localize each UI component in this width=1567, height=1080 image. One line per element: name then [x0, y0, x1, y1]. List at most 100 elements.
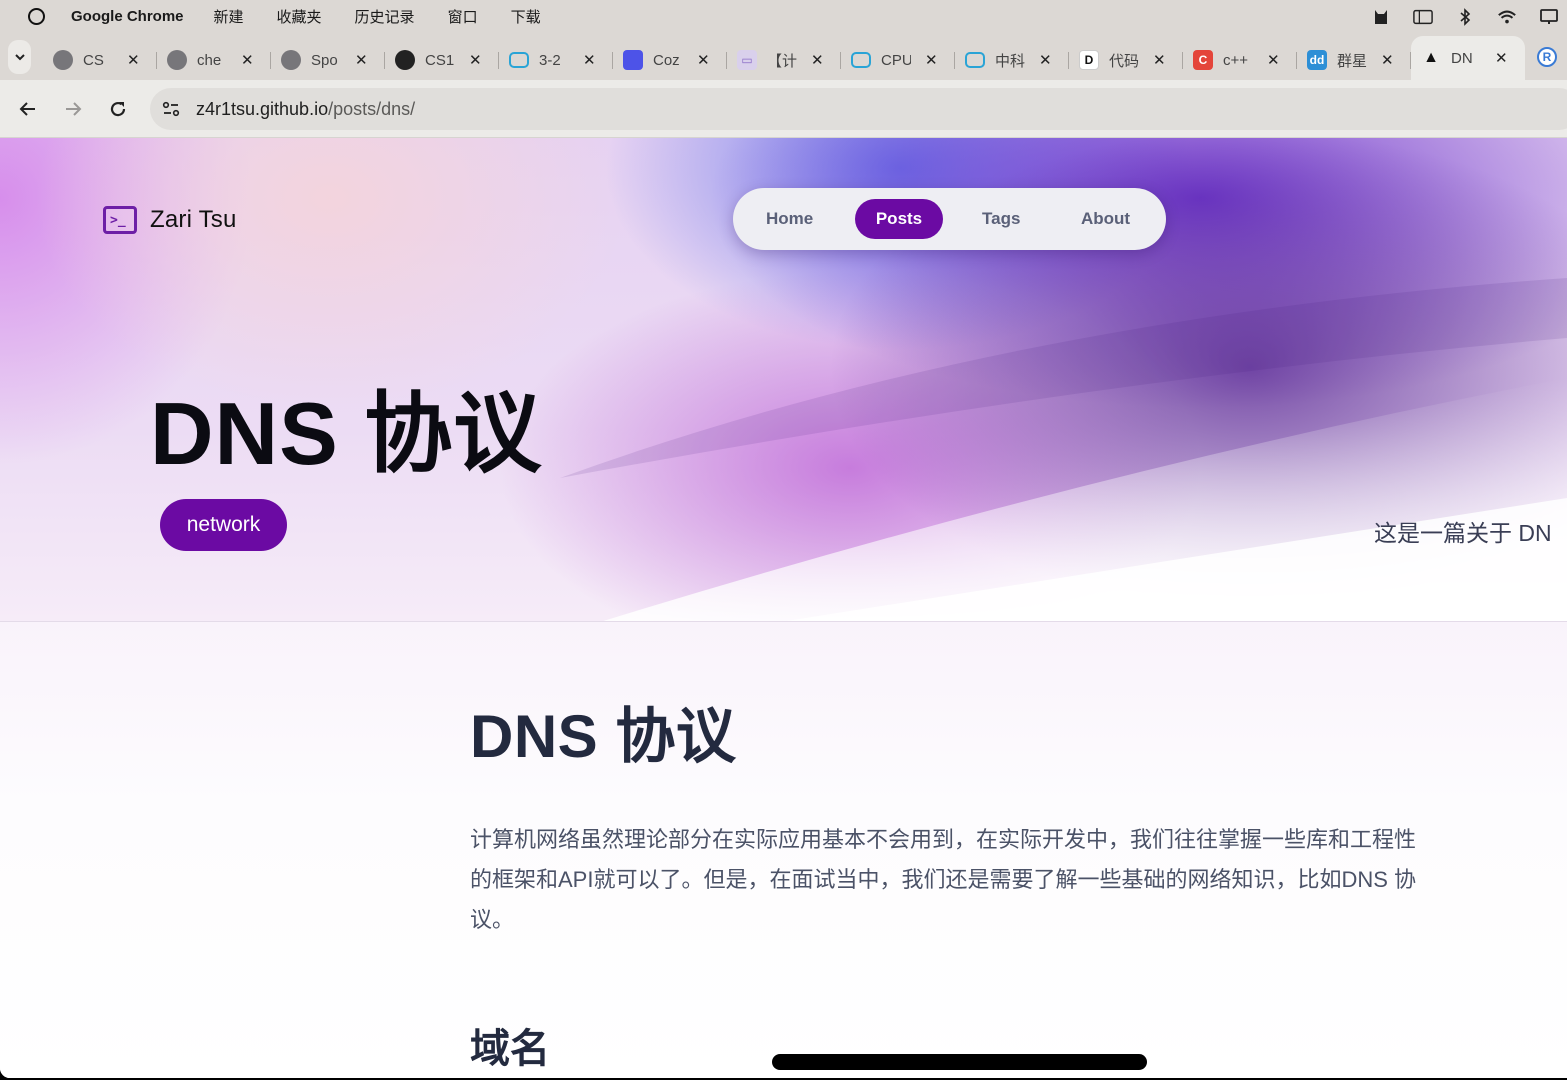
- tab-title: 【计: [767, 52, 797, 70]
- coze-icon: [623, 50, 643, 70]
- tab[interactable]: Cc++ ✕: [1183, 40, 1297, 80]
- back-button[interactable]: [17, 98, 39, 120]
- bilibili-icon: [509, 52, 529, 68]
- tab[interactable]: ▭ 【计 ✕: [727, 40, 841, 80]
- close-tab-icon[interactable]: ✕: [697, 51, 710, 69]
- arrow-left-icon: [19, 101, 35, 116]
- tab[interactable]: CPU ✕: [841, 40, 955, 80]
- tab[interactable]: che ✕: [157, 40, 271, 80]
- main-nav: Home Posts Tags About: [733, 188, 1166, 250]
- tab-title: CS1: [425, 51, 455, 69]
- close-tab-icon[interactable]: ✕: [811, 51, 824, 69]
- globe-icon: [281, 50, 301, 70]
- url-host: z4r1tsu.github.io: [196, 98, 329, 119]
- chevron-down-icon: [14, 53, 25, 60]
- tab-title: 中科: [995, 52, 1025, 70]
- article-title: DNS 协议: [470, 703, 737, 770]
- monitor-icon: ▭: [737, 50, 757, 70]
- dd-icon: dd: [1307, 50, 1327, 70]
- menu-downloads[interactable]: 下载: [511, 6, 541, 27]
- tab-title: Spo: [311, 51, 338, 69]
- tab-title: che: [197, 51, 222, 69]
- close-tab-icon[interactable]: ✕: [469, 51, 482, 69]
- site-logo[interactable]: >_ Zari Tsu: [103, 206, 237, 234]
- cat-app-icon[interactable]: [1371, 8, 1391, 26]
- tab-title: 代码: [1109, 52, 1139, 70]
- sidebar-icon[interactable]: [1413, 8, 1433, 26]
- tab[interactable]: CS ✕: [43, 40, 157, 80]
- nav-posts[interactable]: Posts: [855, 199, 943, 239]
- nav-home[interactable]: Home: [766, 209, 813, 229]
- home-indicator[interactable]: [772, 1054, 1147, 1070]
- forward-button[interactable]: [62, 98, 84, 120]
- bilibili-icon: [851, 52, 871, 68]
- dm-icon: D: [1079, 50, 1099, 70]
- system-menu-icon[interactable]: [28, 8, 45, 25]
- tab[interactable]: Spo ✕: [271, 40, 385, 80]
- reload-icon: [110, 101, 126, 116]
- site-info-button[interactable]: [154, 92, 188, 126]
- url-path: /posts/dns/: [328, 98, 416, 119]
- tab[interactable]: Coz ✕: [613, 40, 727, 80]
- screen: Google Chrome 新建 收藏夹 历史记录 窗口 下载 CS ✕ che…: [0, 0, 1567, 1078]
- tab-title: Coz: [653, 51, 680, 69]
- app-name-menu[interactable]: Google Chrome: [71, 8, 184, 25]
- url-text[interactable]: z4r1tsu.github.io/posts/dns/: [196, 99, 415, 120]
- close-tab-icon[interactable]: ✕: [1495, 49, 1508, 67]
- globe-icon: [53, 50, 73, 70]
- tune-icon: [162, 101, 180, 117]
- menu-window[interactable]: 窗口: [448, 6, 478, 27]
- reload-button[interactable]: [107, 98, 129, 120]
- menu-new[interactable]: 新建: [214, 6, 244, 27]
- wifi-icon[interactable]: [1497, 8, 1517, 26]
- close-tab-icon[interactable]: ✕: [355, 51, 368, 69]
- astro-icon: ▲: [1423, 49, 1439, 66]
- arrow-right-icon: [66, 101, 82, 116]
- hero-summary: 这是一篇关于 DN: [1374, 520, 1552, 546]
- close-tab-icon[interactable]: ✕: [127, 51, 140, 69]
- close-tab-icon[interactable]: ✕: [583, 51, 596, 69]
- mac-menu-bar: Google Chrome 新建 收藏夹 历史记录 窗口 下载: [0, 0, 1567, 33]
- tab[interactable]: D 代码 ✕: [1069, 40, 1183, 80]
- article: DNS 协议 计算机网络虽然理论部分在实际应用基本不会用到，在实际开发中，我们往…: [470, 688, 1430, 1074]
- tab-search-button[interactable]: [8, 39, 31, 74]
- tab[interactable]: 3-2 ✕: [499, 40, 613, 80]
- nav-about[interactable]: About: [1081, 209, 1130, 229]
- web-page: >_ Zari Tsu Home Posts Tags About DNS 协议…: [0, 138, 1567, 1078]
- address-bar[interactable]: z4r1tsu.github.io/posts/dns/: [150, 88, 1567, 130]
- tab[interactable]: CS1 ✕: [385, 40, 499, 80]
- tab-title: c++: [1223, 51, 1249, 69]
- tab-list: CS ✕ che ✕ Spo ✕ CS1 ✕ 3-2 ✕ Coz ✕ ▭ 【计 ✕ CPU ✕ 中科 ✕ D 代码 ✕ Cc…: [43, 33, 1525, 80]
- github-icon: [395, 50, 415, 70]
- close-tab-icon[interactable]: ✕: [925, 51, 938, 69]
- hero-section: >_ Zari Tsu Home Posts Tags About DNS 协议…: [0, 138, 1567, 622]
- tab-strip: CS ✕ che ✕ Spo ✕ CS1 ✕ 3-2 ✕ Coz ✕ ▭ 【计 ✕ CPU ✕ 中科 ✕ D 代码 ✕ Cc…: [0, 33, 1567, 80]
- close-tab-icon[interactable]: ✕: [241, 51, 254, 69]
- tab-title: CPU: [881, 51, 911, 69]
- close-tab-icon[interactable]: ✕: [1381, 51, 1394, 69]
- tab-title: DN: [1451, 49, 1473, 67]
- tab-title: 3-2: [539, 51, 561, 69]
- c-icon: C: [1193, 50, 1213, 70]
- tab[interactable]: dd 群星 ✕: [1297, 40, 1411, 80]
- tab[interactable]: 中科 ✕: [955, 40, 1069, 80]
- tag-network[interactable]: network: [160, 499, 287, 551]
- close-tab-icon[interactable]: ✕: [1153, 51, 1166, 69]
- menu-bookmarks[interactable]: 收藏夹: [277, 6, 322, 27]
- tab-title: CS: [83, 51, 104, 69]
- article-intro-paragraph: 计算机网络虽然理论部分在实际应用基本不会用到，在实际开发中，我们往往掌握一些库和…: [470, 827, 1417, 932]
- terminal-icon: >_: [103, 206, 137, 234]
- bluetooth-icon[interactable]: [1455, 7, 1475, 26]
- hero-title: DNS 协议: [150, 384, 543, 483]
- nav-tags[interactable]: Tags: [982, 209, 1020, 229]
- extension-r-icon[interactable]: R: [1537, 46, 1557, 67]
- close-tab-icon[interactable]: ✕: [1039, 51, 1052, 69]
- bilibili-icon: [965, 52, 985, 68]
- status-area: [1371, 0, 1567, 33]
- menu-history[interactable]: 历史记录: [355, 6, 415, 27]
- browser-toolbar: z4r1tsu.github.io/posts/dns/: [0, 80, 1567, 138]
- tab-title: 群星: [1337, 52, 1367, 70]
- tab-active[interactable]: ▲ DN ✕: [1411, 36, 1525, 80]
- display-icon[interactable]: [1539, 8, 1559, 26]
- close-tab-icon[interactable]: ✕: [1267, 51, 1280, 69]
